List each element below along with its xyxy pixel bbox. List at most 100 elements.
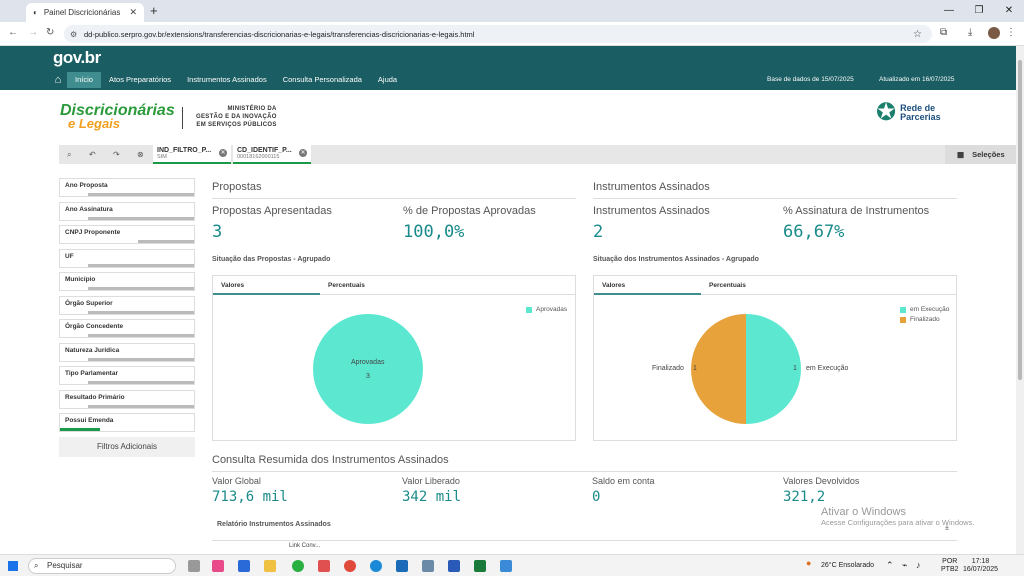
filtros-adicionais-button[interactable]: Filtros Adicionais: [59, 436, 195, 457]
chart-instrumentos: Valores Percentuais em Execução Finaliza…: [593, 275, 957, 441]
instrumentos-title: Instrumentos Assinados: [593, 181, 710, 193]
weather-text[interactable]: 26°C Ensolarado: [821, 562, 874, 569]
step-back-icon[interactable]: ↶: [89, 150, 96, 159]
tab-percentuais[interactable]: Percentuais: [320, 276, 427, 295]
nav-atos-preparatorios[interactable]: Atos Preparatórios: [101, 72, 179, 88]
filter-bar: [88, 193, 194, 196]
home-icon[interactable]: ⌂: [49, 74, 67, 86]
step-forward-icon[interactable]: ↷: [113, 150, 120, 159]
kpi-label-aprovadas: % de Propostas Aprovadas: [403, 205, 536, 217]
govbr-logo[interactable]: gov.br: [53, 48, 101, 68]
page-scrollbar-thumb[interactable]: [1018, 60, 1022, 380]
filter-label: Natureza Jurídica: [65, 346, 120, 354]
menu-icon[interactable]: ⋮: [1006, 27, 1016, 38]
copilot-icon[interactable]: [212, 560, 224, 572]
remove-chip-icon[interactable]: ✕: [219, 149, 227, 157]
rede-parcerias-logo: ✪ Rede de Parcerias: [876, 101, 941, 125]
nav-ajuda[interactable]: Ajuda: [370, 72, 405, 88]
rede-line2: Parcerias: [900, 112, 941, 122]
tab-title: Painel Discricionárias: [43, 8, 121, 17]
pie-slice-finalizado[interactable]: [691, 314, 746, 424]
tab-valores[interactable]: Valores: [213, 276, 320, 295]
clock[interactable]: 17:18 16/07/2025: [963, 558, 998, 574]
windows-start-icon[interactable]: [8, 561, 18, 571]
kpi-value-assinatura: 66,67%: [783, 222, 845, 242]
tab-valores[interactable]: Valores: [594, 276, 701, 295]
filter-tipo-parlamentar[interactable]: Tipo Parlamentar: [59, 366, 195, 385]
filter-label: UF: [65, 252, 74, 260]
slice-value-aprovadas: 3: [366, 373, 370, 380]
filter-panel: Ano Proposta Ano Assinatura CNPJ Propone…: [59, 178, 195, 457]
language-indicator[interactable]: POR PTB2: [941, 558, 959, 574]
selecoes-button[interactable]: ▦ Seleções: [945, 145, 1016, 164]
ministerio-logo: MINISTÉRIO DA GESTÃO E DA INOVAÇÃO EM SE…: [196, 105, 277, 129]
volume-icon[interactable]: ♪: [916, 560, 921, 570]
filter-municipio[interactable]: Município: [59, 272, 195, 291]
nav-consulta-personalizada[interactable]: Consulta Personalizada: [275, 72, 370, 88]
profile-avatar[interactable]: [988, 27, 1000, 39]
selection-chip[interactable]: CD_IDENTIF_P... 00018162000115 ✕: [233, 145, 311, 164]
back-icon[interactable]: ←: [8, 27, 18, 38]
close-window-icon[interactable]: ✕: [994, 0, 1024, 22]
app-icon[interactable]: [500, 560, 512, 572]
selections-bar: ⌕ ↶ ↷ ⊗ IND_FILTRO_P... SIM ✕ CD_IDENTIF…: [59, 145, 1016, 164]
file-explorer-icon[interactable]: [264, 560, 276, 572]
slice-value-em-execucao: 1: [793, 365, 797, 372]
task-view-icon[interactable]: [188, 560, 200, 572]
forward-icon[interactable]: →: [28, 27, 38, 38]
download-icon[interactable]: ⤓: [968, 27, 972, 38]
filter-possui-emenda[interactable]: Possui Emenda: [59, 413, 195, 432]
slice-label-em-execucao: em Execução: [806, 365, 849, 372]
browser-tab[interactable]: ◐ Painel Discricionárias ✕: [26, 3, 144, 22]
remove-chip-icon[interactable]: ✕: [299, 149, 307, 157]
nav-instrumentos-assinados[interactable]: Instrumentos Assinados: [179, 72, 275, 88]
windows-watermark: Ativar o Windows Acesse Configurações pa…: [821, 506, 974, 527]
chrome-icon[interactable]: [344, 560, 356, 572]
url-field[interactable]: ⚙ dd-publico.serpro.gov.br/extensions/tr…: [64, 25, 932, 43]
filter-bar: [88, 334, 194, 337]
taskbar-search[interactable]: ⌕ Pesquisar: [28, 558, 176, 574]
selection-chip[interactable]: IND_FILTRO_P... SIM ✕: [153, 145, 231, 164]
propostas-title: Propostas: [212, 181, 262, 193]
extensions-icon[interactable]: ⧉: [940, 27, 947, 38]
filter-bar: [88, 216, 194, 220]
close-tab-icon[interactable]: ✕: [129, 7, 137, 18]
search-label: Pesquisar: [47, 561, 83, 570]
store-icon[interactable]: [238, 560, 250, 572]
filter-orgao-concedente[interactable]: Órgão Concedente: [59, 319, 195, 338]
edge-icon[interactable]: [370, 560, 382, 572]
pie-slice-aprovadas[interactable]: [313, 314, 423, 424]
filter-resultado-primario[interactable]: Resultado Primário: [59, 389, 195, 409]
app-icon[interactable]: [318, 560, 330, 572]
smart-search-icon[interactable]: ⌕: [67, 150, 71, 160]
filter-orgao-superior[interactable]: Órgão Superior: [59, 295, 195, 315]
word-icon[interactable]: [448, 560, 460, 572]
filter-ano-assinatura[interactable]: Ano Assinatura: [59, 201, 195, 221]
clear-selections-icon[interactable]: ⊗: [137, 150, 144, 159]
kpi-value-apresentadas: 3: [212, 222, 223, 242]
filter-ano-proposta[interactable]: Ano Proposta: [59, 178, 195, 197]
network-icon[interactable]: ⌁: [902, 560, 907, 571]
maximize-icon[interactable]: ❐: [964, 0, 994, 22]
site-info-icon[interactable]: ⚙: [70, 30, 77, 39]
kpi-value-valor-global: 713,6 mil: [212, 489, 288, 505]
minimize-icon[interactable]: —: [934, 0, 964, 22]
excel-icon[interactable]: [474, 560, 486, 572]
app-icon[interactable]: [422, 560, 434, 572]
filter-cnpj-proponente[interactable]: CNPJ Proponente: [59, 225, 195, 244]
tray-arrow-icon[interactable]: ⌃: [886, 560, 894, 571]
new-tab-icon[interactable]: +: [150, 3, 158, 18]
outlook-icon[interactable]: [396, 560, 408, 572]
tab-favicon-icon: ◐: [33, 8, 38, 17]
tab-percentuais[interactable]: Percentuais: [701, 276, 808, 295]
whatsapp-icon[interactable]: [292, 560, 304, 572]
reload-icon[interactable]: ↻: [46, 27, 54, 38]
kpi-value-valor-liberado: 342 mil: [402, 489, 462, 505]
filter-label: Órgão Superior: [65, 299, 113, 307]
filter-uf[interactable]: UF: [59, 248, 195, 268]
report-table-header: Link Conv...: [212, 540, 957, 554]
nav-inicio[interactable]: Início: [67, 72, 101, 88]
table-col-header[interactable]: Link Conv...: [289, 543, 320, 549]
bookmark-star-icon[interactable]: ☆: [913, 29, 922, 40]
filter-natureza-juridica[interactable]: Natureza Jurídica: [59, 342, 195, 362]
